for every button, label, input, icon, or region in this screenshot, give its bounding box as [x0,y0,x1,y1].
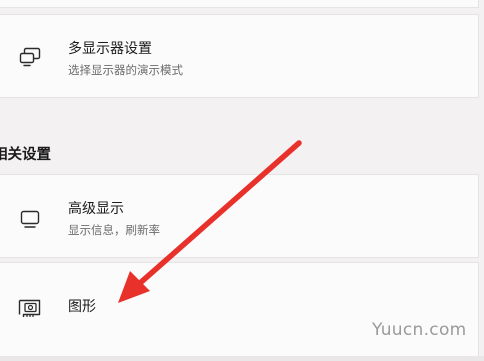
watermark-text: Yuucn.com [372,320,467,340]
related-settings-heading: 相关设置 [0,147,51,163]
bottom-divider [0,356,484,361]
graphics-item[interactable]: 图形 [0,262,479,357]
advanced-display-title: 高级显示 [68,201,124,217]
multi-display-subtitle: 选择显示器的演示模式 [68,63,183,77]
multi-display-settings-item[interactable]: 多显示器设置 选择显示器的演示模式 [0,14,479,98]
previous-setting-card[interactable] [0,0,479,8]
graphics-title: 图形 [68,299,96,315]
monitor-icon [17,208,43,230]
advanced-display-subtitle: 显示信息，刷新率 [68,223,160,237]
multi-display-title: 多显示器设置 [68,41,152,57]
advanced-display-item[interactable]: 高级显示 显示信息，刷新率 [0,174,479,258]
multi-monitor-icon [17,46,43,68]
graphics-card-icon [17,297,43,319]
